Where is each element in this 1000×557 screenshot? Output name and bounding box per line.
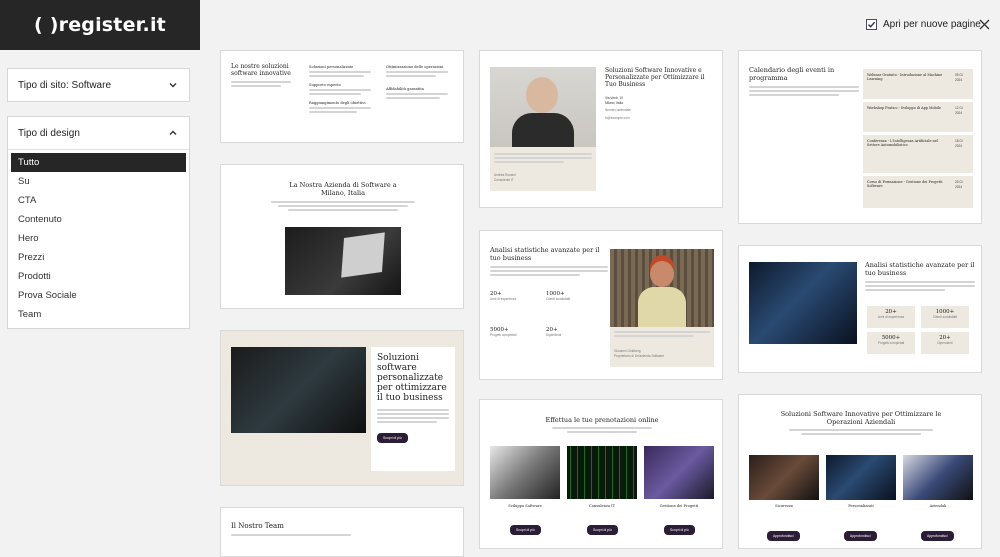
template-card-solutions[interactable]: Le nostre soluzioni software innovative … [220, 50, 464, 143]
cta-button: Scopri di più [510, 525, 541, 535]
stat-label: Progetti completati [490, 333, 517, 337]
cta-button: Approfondisci [921, 531, 954, 541]
keyboard-image [231, 347, 366, 433]
close-icon[interactable] [978, 18, 991, 31]
design-option-su[interactable]: Su [11, 172, 186, 191]
cta-button: Approfondisci [767, 531, 800, 541]
open-new-pages-option[interactable]: Apri per nuove pagine [866, 19, 981, 30]
card-title: La Nostra Azienda di Software a Milano, … [289, 181, 397, 197]
card-feature: Ottimizzazione delle operazioni [386, 65, 444, 69]
cta-button: Scopri di più [377, 433, 408, 443]
chevron-down-icon [169, 83, 177, 88]
card-title: Analisi statistiche avanzate per il tuo … [865, 261, 975, 277]
template-card-stats-portrait[interactable]: Analisi statistiche avanzate per il tuo … [479, 230, 723, 380]
card-feature: Soluzioni personalizzate [309, 65, 354, 69]
design-option-contenuto[interactable]: Contenuto [11, 210, 186, 229]
cta-button: Approfondisci [844, 531, 877, 541]
design-option-team[interactable]: Team [11, 305, 186, 324]
card-title: Il Nostro Team [231, 522, 284, 530]
monitor-code-image [903, 455, 973, 500]
stat-box: 20+ Anni di esperienza [867, 306, 915, 328]
stat-label: Dipendenti [546, 333, 562, 337]
open-new-pages-label: Apri per nuove pagine [883, 19, 981, 30]
card-title: Calendario degli eventi in programma [749, 66, 835, 82]
caption-role: Consulente IT [494, 178, 514, 182]
laptop-code-image [826, 455, 896, 500]
card-feature: Supporto esperto [309, 83, 341, 87]
open-new-pages-checkbox[interactable] [866, 19, 877, 30]
address-line: Milano, Italia [605, 100, 623, 105]
site-type-label: Tipo di sito: Software [18, 79, 112, 91]
stat-box: 1000+ Clienti soddisfatti [921, 306, 969, 328]
card-title: Analisi statistiche avanzate per il tuo … [490, 246, 600, 262]
address-line: hi@example.com [605, 115, 630, 120]
card-title: Le nostre soluzioni software innovative [231, 63, 291, 77]
stat-label: Anni di esperienza [490, 297, 517, 301]
design-option-prova-sociale[interactable]: Prova Sociale [11, 286, 186, 305]
code-rain-image [567, 446, 637, 499]
service-name: Personalizzati [848, 504, 874, 508]
design-option-hero[interactable]: Hero [11, 229, 186, 248]
chevron-up-icon [169, 130, 177, 135]
card-title: Effettua le tue prenotazioni online [545, 416, 659, 424]
address-line: Numero aziendale [605, 108, 631, 112]
stat-label: Clienti soddisfatti [546, 297, 571, 301]
template-card-booking[interactable]: Effettua le tue prenotazioni online Svil… [479, 399, 723, 549]
service-name: Aziendali [929, 504, 947, 508]
office-image [490, 446, 560, 499]
logo-bar: ( )register.it [0, 0, 200, 50]
laptop-image [285, 227, 401, 295]
service-name: Sviluppo Software [508, 504, 542, 508]
design-type-label: Tipo di design [18, 127, 80, 139]
event-item: Corso di Formazione - Gestione dei Proge… [863, 176, 973, 208]
portrait-image [490, 67, 596, 147]
cta-button: Scopri di più [587, 525, 618, 535]
caption-name: Andrea Rossini [494, 173, 516, 177]
template-card-business[interactable]: Soluzioni software personalizzate per ot… [220, 330, 464, 486]
template-card-events[interactable]: Calendario degli eventi in programma Web… [738, 50, 982, 224]
design-option-tutto[interactable]: Tutto [11, 153, 186, 172]
design-option-prezzi[interactable]: Prezzi [11, 248, 186, 267]
workstation-image [749, 455, 819, 500]
stat-box: 20+ Dipendenti [921, 332, 969, 354]
code-monitor-image [749, 262, 857, 344]
cta-button: Scopri di più [664, 525, 695, 535]
design-option-cta[interactable]: CTA [11, 191, 186, 210]
quote-author: Giovanni Goldberg [614, 349, 641, 353]
woman-portrait-image [610, 249, 714, 327]
card-title: Soluzioni Software Innovative e Personal… [605, 67, 705, 88]
brand-logo[interactable]: ( )register.it [34, 14, 166, 36]
template-card-consultant[interactable]: Andrea Rossini Consulente IT Soluzioni S… [479, 50, 723, 208]
site-type-dropdown-header[interactable]: Tipo di sito: Software [8, 69, 189, 101]
card-feature: Raggiungimento degli obiettivi [309, 101, 366, 105]
service-name: Sicurezza [775, 504, 793, 508]
event-item: Webinar Gratuito - Introduzione al Machi… [863, 69, 973, 99]
design-type-dropdown-header[interactable]: Tipo di design [8, 117, 189, 149]
sidebar: ( )register.it Tipo di sito: Software Ti… [0, 0, 200, 545]
monitor-image [644, 446, 714, 499]
template-card-operations[interactable]: Soluzioni Software Innovative per Ottimi… [738, 394, 982, 549]
template-card-team[interactable]: Il Nostro Team [220, 507, 464, 557]
checkmark-icon [868, 21, 876, 28]
design-type-dropdown[interactable]: Tipo di design Tutto Su CTA Contenuto He… [7, 116, 190, 329]
site-type-dropdown[interactable]: Tipo di sito: Software [7, 68, 190, 102]
event-item: Workshop Pratico - Sviluppo di App Mobil… [863, 102, 973, 132]
design-type-options: Tutto Su CTA Contenuto Hero Prezzi Prodo… [8, 149, 189, 328]
event-item: Conferenza - L'Intelligenza Artificiale … [863, 135, 973, 173]
quote-role: Proprietario di Un'azienda Software [614, 354, 665, 358]
stat-box: 5000+ Progetti completati [867, 332, 915, 354]
card-title: Soluzioni software personalizzate per ot… [377, 353, 447, 403]
template-card-stats-monitor[interactable]: Analisi statistiche avanzate per il tuo … [738, 245, 982, 373]
template-card-company[interactable]: La Nostra Azienda di Software a Milano, … [220, 164, 464, 309]
card-title: Soluzioni Software Innovative per Ottimi… [780, 410, 942, 426]
service-name: Consulenza IT [589, 504, 615, 508]
design-option-prodotti[interactable]: Prodotti [11, 267, 186, 286]
service-name: Gestione dei Progetti [659, 504, 699, 508]
card-feature: Affidabilità garantita [386, 87, 424, 91]
